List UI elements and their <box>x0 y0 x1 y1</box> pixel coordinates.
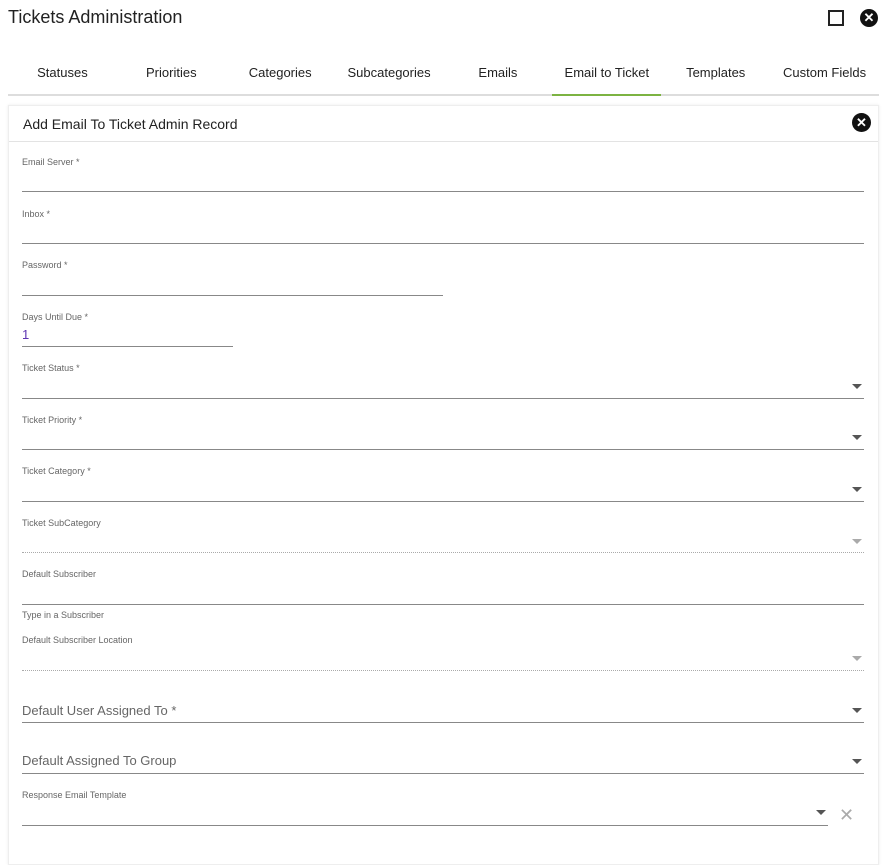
tab-subcategories[interactable]: Subcategories <box>335 55 444 94</box>
tab-custom-fields[interactable]: Custom Fields <box>770 55 879 94</box>
response-template-label: Response Email Template <box>22 790 127 800</box>
chevron-down-icon[interactable] <box>852 487 862 492</box>
tab-statuses[interactable]: Statuses <box>8 55 117 94</box>
default-subscriber-hint: Type in a Subscriber <box>22 610 105 620</box>
close-icon[interactable]: ✕ <box>860 9 878 27</box>
tab-templates[interactable]: Templates <box>661 55 770 94</box>
clear-icon[interactable]: ✕ <box>839 805 854 826</box>
chevron-down-icon[interactable] <box>816 810 826 815</box>
chevron-down-icon[interactable] <box>852 708 862 713</box>
days-until-due-label: Days Until Due * <box>22 312 89 322</box>
tab-categories[interactable]: Categories <box>226 55 335 94</box>
password-label: Password * <box>22 260 68 270</box>
chevron-down-icon <box>852 539 862 544</box>
chevron-down-icon[interactable] <box>852 759 862 764</box>
days-until-due-input[interactable] <box>22 346 233 347</box>
email-server-input[interactable] <box>22 191 864 192</box>
response-template-select[interactable] <box>22 825 828 826</box>
ticket-subcategory-label: Ticket SubCategory <box>22 518 101 528</box>
chevron-down-icon <box>852 656 862 661</box>
inbox-label: Inbox * <box>22 209 51 219</box>
chevron-down-icon[interactable] <box>852 435 862 440</box>
email-server-label: Email Server * <box>22 157 80 167</box>
tab-bar: Statuses Priorities Categories Subcatego… <box>8 55 879 96</box>
default-user-assigned-select[interactable] <box>22 722 864 723</box>
days-until-due-value[interactable]: 1 <box>22 327 29 342</box>
maximize-icon[interactable] <box>828 10 844 26</box>
panel-title: Add Email To Ticket Admin Record <box>23 116 238 132</box>
add-record-panel: Add Email To Ticket Admin Record ✕ <box>8 105 879 865</box>
default-subscriber-label: Default Subscriber <box>22 569 97 579</box>
chevron-down-icon[interactable] <box>852 384 862 389</box>
default-subscriber-input[interactable] <box>22 604 864 605</box>
panel-close-icon[interactable]: ✕ <box>852 113 871 132</box>
ticket-status-label: Ticket Status * <box>22 363 80 373</box>
ticket-status-select[interactable] <box>22 398 864 399</box>
ticket-category-label: Ticket Category * <box>22 466 91 476</box>
ticket-subcategory-select <box>22 552 864 553</box>
default-user-assigned-placeholder: Default User Assigned To * <box>22 703 177 718</box>
default-subscriber-location-select <box>22 670 864 671</box>
inbox-input[interactable] <box>22 243 864 244</box>
tab-email-to-ticket[interactable]: Email to Ticket <box>552 55 662 96</box>
ticket-priority-label: Ticket Priority * <box>22 415 83 425</box>
tab-emails[interactable]: Emails <box>444 55 553 94</box>
panel-header: Add Email To Ticket Admin Record ✕ <box>9 106 878 142</box>
ticket-priority-select[interactable] <box>22 449 864 450</box>
default-group-placeholder: Default Assigned To Group <box>22 753 177 768</box>
default-subscriber-location-label: Default Subscriber Location <box>22 635 133 645</box>
tab-priorities[interactable]: Priorities <box>117 55 226 94</box>
window-title: Tickets Administration <box>8 7 183 27</box>
ticket-category-select[interactable] <box>22 501 864 502</box>
default-group-select[interactable] <box>22 773 864 774</box>
password-input[interactable] <box>22 295 443 296</box>
